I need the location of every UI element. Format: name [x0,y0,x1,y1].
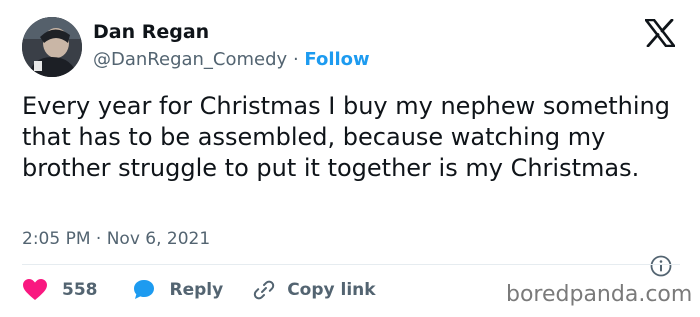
x-logo-icon[interactable] [644,18,676,48]
action-bar: 558 Reply Copy link [22,276,376,304]
avatar-photo [22,17,82,77]
separator-dot: · [292,49,299,70]
speech-bubble-icon [132,278,156,302]
follow-button[interactable]: Follow [304,49,369,70]
reply-button[interactable]: Reply [132,278,254,302]
info-icon[interactable] [650,255,672,277]
author-name[interactable]: Dan Regan [93,20,209,44]
divider [22,264,680,265]
heart-icon [22,278,48,302]
link-icon [253,279,275,301]
copy-link-label: Copy link [287,280,376,300]
avatar[interactable] [22,17,82,77]
like-button[interactable]: 558 [22,278,132,302]
tweet-card: Dan Regan @DanRegan_Comedy · Follow Ever… [0,0,700,317]
tweet-text: Every year for Christmas I buy my nephew… [22,92,670,182]
author-handle-row: @DanRegan_Comedy · Follow [93,48,370,72]
reply-label: Reply [169,280,224,300]
watermark: boredpanda.com [506,282,693,307]
copy-link-button[interactable]: Copy link [253,279,376,301]
tweet-timestamp[interactable]: 2:05 PM · Nov 6, 2021 [22,227,210,251]
like-count: 558 [62,280,98,300]
author-handle[interactable]: @DanRegan_Comedy [93,49,287,70]
